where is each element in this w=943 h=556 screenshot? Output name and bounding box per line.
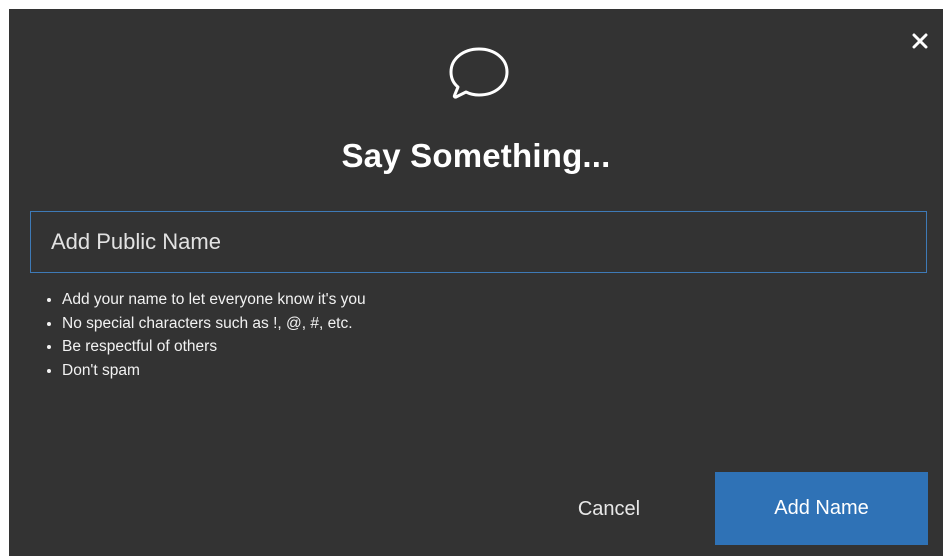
chat-bubble-icon — [449, 47, 509, 99]
say-something-dialog: Say Something... Add your name to let ev… — [9, 9, 943, 556]
close-button[interactable] — [909, 30, 931, 52]
rule-item: Be respectful of others — [62, 335, 366, 359]
public-name-input[interactable] — [30, 211, 927, 273]
rule-item: Add your name to let everyone know it's … — [62, 288, 366, 312]
rule-item: Don't spam — [62, 359, 366, 383]
cancel-button[interactable]: Cancel — [549, 494, 669, 524]
rules-list: Add your name to let everyone know it's … — [24, 288, 366, 382]
dialog-title: Say Something... — [341, 137, 611, 174]
close-icon — [912, 33, 928, 49]
rule-item: No special characters such as !, @, #, e… — [62, 312, 366, 336]
add-name-button[interactable]: Add Name — [715, 472, 928, 545]
